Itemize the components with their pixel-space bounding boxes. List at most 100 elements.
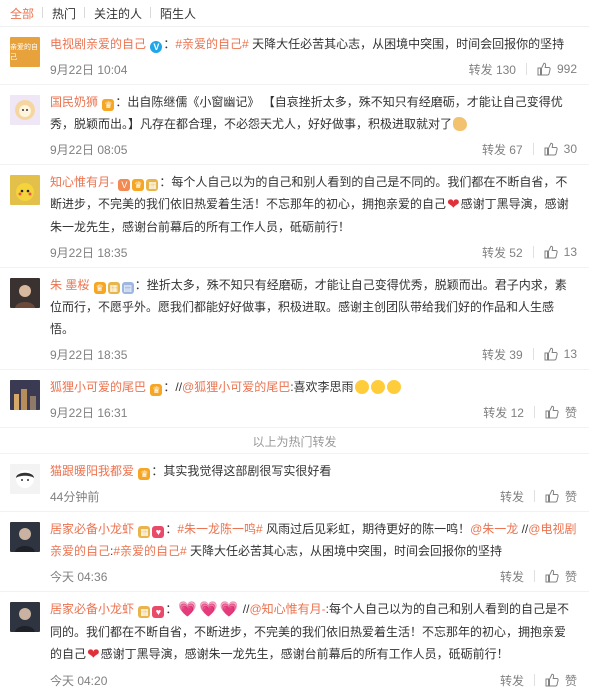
crown-badge-icon: ♛	[132, 179, 145, 191]
divider	[532, 246, 534, 258]
like-label: 赞	[564, 569, 577, 584]
cartoon-lion-avatar-icon	[15, 100, 35, 120]
like-count: 13	[563, 245, 577, 259]
avatar[interactable]	[10, 175, 40, 205]
repost-separator: //	[239, 602, 250, 616]
post-time[interactable]: 今天 04:20	[50, 672, 107, 689]
repost-button[interactable]: 转发 52	[482, 244, 523, 261]
crown-badge-icon: ♛	[93, 282, 106, 294]
user-name[interactable]: 狐狸小可爱的尾巴	[50, 380, 146, 394]
thumbs-up-icon	[545, 673, 559, 687]
repost-item: 狐狸小可爱的尾巴 ♛ ：//@狐狸小可爱的尾巴:喜欢李思雨 9月22日 16:31…	[0, 370, 589, 428]
like-button[interactable]: 赞	[545, 568, 577, 585]
repost-item: 猫跟暖阳我都爱 ♛ ：其实我觉得这部剧很写实很好看 44分钟前 转发 赞	[0, 454, 589, 512]
repost-item: 朱 墨桜 ♛ ▦ ▤ ：挫折太多，殊不知只有经磨砺，才能让自己变得优秀，脱颖而出。君子…	[0, 268, 589, 370]
user-name[interactable]: 居家必备小龙虾	[50, 522, 134, 536]
tab-hot[interactable]: 热门	[42, 5, 85, 22]
tab-strangers[interactable]: 陌生人	[150, 5, 205, 22]
avatar[interactable]	[10, 522, 40, 552]
user-name[interactable]: 电视剧亲爱的自己	[50, 37, 146, 51]
repost-item: 国民奶狮 ♛ ：出自陈继儒《小窗幽记》 【自哀挫折太多，殊不知只有经磨砺，才能让自…	[0, 85, 589, 165]
hashtag-link[interactable]: #朱一龙陈一鸣#	[177, 522, 262, 536]
thumbs-up-icon	[544, 142, 558, 156]
hot-repost-divider: 以上为热门转发	[0, 431, 589, 454]
thumbs-up-icon	[537, 62, 551, 76]
like-count: 992	[556, 62, 577, 76]
heart-emoji-icon: ❤	[447, 196, 460, 213]
mention-link[interactable]: @狐狸小可爱的尾巴	[182, 380, 290, 394]
repost-button[interactable]: 转发 12	[483, 404, 524, 421]
portrait-avatar-icon	[15, 528, 35, 552]
text-colon: ：	[165, 602, 178, 616]
fan-badge-icon: ▦	[107, 282, 120, 294]
like-button[interactable]: 赞	[545, 404, 577, 421]
heart-badge-icon: ♥	[152, 526, 165, 538]
filter-tabs: 全部 热门 关注的人 陌生人	[0, 0, 589, 27]
repost-separator: //	[518, 522, 529, 536]
heart-emoji-icon: ❤	[87, 646, 100, 663]
pink-hearts-emoji-icon: 💗	[199, 601, 218, 618]
repost-button[interactable]: 转发 130	[469, 61, 516, 78]
tab-all[interactable]: 全部	[8, 5, 43, 22]
repost-button[interactable]: 转发	[500, 488, 524, 505]
divider	[532, 143, 534, 155]
post-time[interactable]: 今天 04:36	[50, 568, 107, 585]
heart-badge-icon: ♥	[152, 606, 165, 618]
heart-eyes-emoji-icon	[354, 380, 369, 394]
text-colon: ：	[165, 522, 178, 536]
like-button[interactable]: 992	[537, 62, 577, 76]
post-time[interactable]: 9月22日 16:31	[50, 404, 127, 421]
repost-item: 知心惟有月- V ♛ ▦ ：每个人自己以为的自己和别人看到的自己是不同的。我们都在不断…	[0, 165, 589, 268]
avatar[interactable]	[10, 95, 40, 125]
like-button[interactable]: 13	[544, 347, 577, 361]
repost-button[interactable]: 转发 67	[482, 141, 523, 158]
post-time[interactable]: 9月22日 08:05	[50, 141, 127, 158]
hashtag-link[interactable]: #亲爱的自己#	[113, 544, 186, 558]
fan-badge-icon: ▦	[138, 526, 151, 538]
user-name[interactable]: 居家必备小龙虾	[50, 602, 134, 616]
like-label: 赞	[564, 489, 577, 504]
user-name[interactable]: 国民奶狮	[50, 95, 98, 109]
like-button[interactable]: 赞	[545, 488, 577, 505]
mention-link[interactable]: @朱一龙	[470, 522, 518, 536]
fan-badge-icon: ▦	[146, 179, 159, 191]
post-time[interactable]: 44分钟前	[50, 488, 99, 505]
like-button[interactable]: 30	[544, 142, 577, 156]
user-name[interactable]: 猫跟暖阳我都爱	[50, 464, 134, 478]
thumbs-up-icon	[545, 489, 559, 503]
user-name[interactable]: 朱 墨桜	[50, 278, 89, 292]
thumbs-up-icon	[545, 405, 559, 419]
pink-hearts-emoji-icon: 💗	[178, 601, 198, 618]
avatar[interactable]	[10, 380, 40, 410]
thumbs-up-icon	[544, 245, 558, 259]
like-button[interactable]: 赞	[545, 672, 577, 689]
thumbs-up-icon	[544, 347, 558, 361]
crown-badge-icon: ♛	[138, 468, 151, 480]
avatar[interactable]	[10, 602, 40, 632]
like-button[interactable]: 13	[544, 245, 577, 259]
post-text: 风雨过后见彩虹，期待更好的陈一鸣！	[262, 522, 471, 536]
avatar[interactable]	[10, 278, 40, 308]
post-time[interactable]: 9月22日 18:35	[50, 244, 127, 261]
repost-button[interactable]: 转发	[500, 672, 524, 689]
hashtag-link[interactable]: #亲爱的自己#	[175, 37, 248, 51]
post-text: ：其实我觉得这部剧很写实很好看	[151, 464, 332, 478]
user-name[interactable]: 知心惟有月-	[50, 175, 114, 189]
thumbs-up-icon	[545, 569, 559, 583]
divider	[533, 406, 535, 418]
avatar[interactable]	[10, 464, 40, 494]
tab-following[interactable]: 关注的人	[84, 5, 151, 22]
medal-badge-icon: ▤	[121, 282, 134, 294]
divider	[533, 674, 535, 686]
avatar[interactable]: 亲爱的自己	[10, 37, 40, 67]
post-time[interactable]: 9月22日 18:35	[50, 346, 127, 363]
divider	[532, 348, 534, 360]
repost-button[interactable]: 转发 39	[482, 346, 523, 363]
crown-badge-icon: ♛	[150, 384, 163, 396]
divider	[525, 63, 527, 75]
repost-button[interactable]: 转发	[500, 568, 524, 585]
repost-item: 亲爱的自己 电视剧亲爱的自己 V ：#亲爱的自己# 天降大任必苦其心志，从困境中突…	[0, 27, 589, 85]
post-time[interactable]: 9月22日 10:04	[50, 61, 127, 78]
mention-link[interactable]: @知心惟有月-	[249, 602, 325, 616]
portrait-avatar-icon	[15, 608, 35, 632]
